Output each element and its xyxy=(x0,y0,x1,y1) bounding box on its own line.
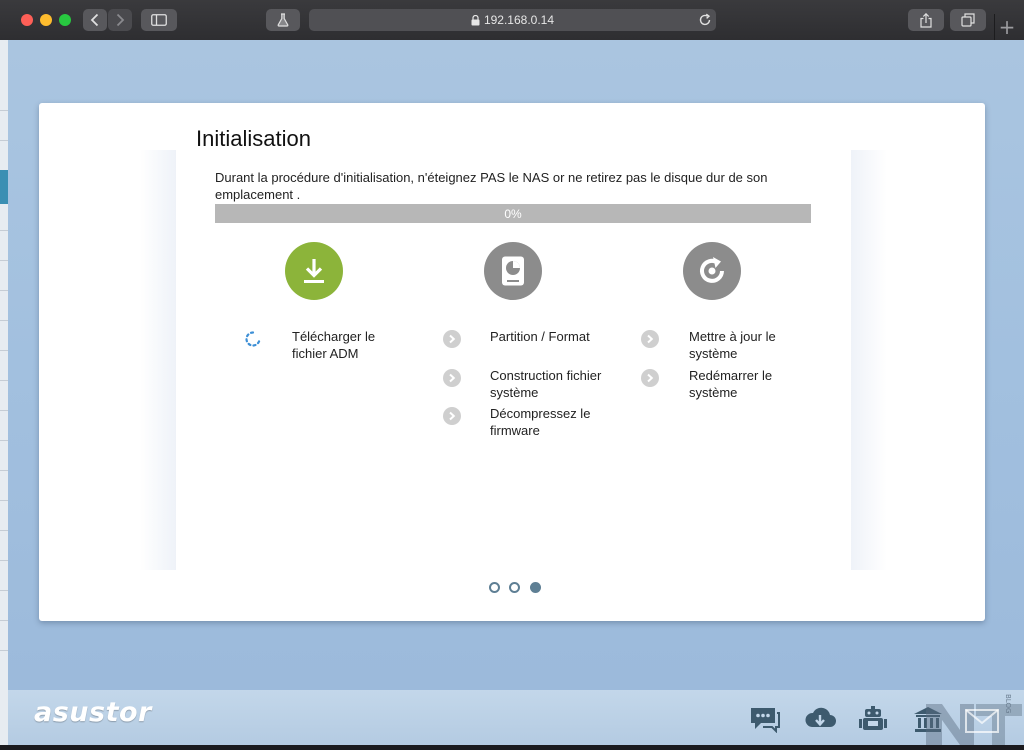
download-icon xyxy=(304,259,324,283)
robot-icon xyxy=(859,706,887,730)
spinner-icon xyxy=(245,331,261,347)
step-bullet xyxy=(443,407,461,425)
download-step-icon xyxy=(285,242,343,300)
step-partition-format: Partition / Format xyxy=(490,329,590,344)
chevron-right-icon xyxy=(647,334,654,344)
url-text: 192.168.0.14 xyxy=(483,13,555,27)
browser-toolbar: 192.168.0.14 + xyxy=(0,0,1024,41)
new-tab-button[interactable]: + xyxy=(994,14,1019,40)
dialog-title: Initialisation xyxy=(196,126,311,151)
chat-icon xyxy=(751,708,780,734)
chevron-left-icon xyxy=(90,13,99,27)
refresh-icon xyxy=(700,257,724,283)
robot-button[interactable] xyxy=(857,705,889,733)
chevron-right-icon xyxy=(647,373,654,383)
lock-icon xyxy=(471,14,480,25)
sidebar-toggle-button[interactable] xyxy=(141,9,177,31)
step-bullet xyxy=(443,330,461,348)
cloud-download-button[interactable] xyxy=(803,705,837,733)
minimize-window-button[interactable] xyxy=(40,14,52,26)
sidebar-icon xyxy=(151,14,167,26)
hard-drive-icon xyxy=(502,256,524,286)
loading-spinner xyxy=(244,330,262,348)
step-build-filesystem: Construction fichier système xyxy=(490,368,602,400)
progress-label: 0% xyxy=(504,206,522,221)
panel-shadow-right xyxy=(851,150,887,570)
step-bullet xyxy=(641,369,659,387)
chevron-right-icon xyxy=(449,334,456,344)
step-decompress-firmware: Décompressez le firmware xyxy=(490,406,591,438)
step-bullet xyxy=(641,330,659,348)
watermark-text: BLOG xyxy=(1004,694,1012,714)
reload-button[interactable] xyxy=(698,13,712,27)
share-icon xyxy=(920,12,932,28)
disk-step-icon xyxy=(484,242,542,300)
panel-shadow-left xyxy=(140,150,176,570)
address-bar[interactable]: 192.168.0.14 xyxy=(309,9,716,31)
share-button[interactable] xyxy=(908,9,944,31)
pager-dot-1[interactable] xyxy=(489,582,500,593)
step-bullet xyxy=(443,369,461,387)
zoom-window-button[interactable] xyxy=(59,14,71,26)
asustor-logo: asustor xyxy=(34,697,152,728)
chevron-right-icon xyxy=(449,411,456,421)
progress-bar: 0% xyxy=(215,204,811,223)
chevron-right-icon xyxy=(449,373,456,383)
step-download-adm: Télécharger le fichier ADM xyxy=(292,329,376,361)
plus-icon: + xyxy=(998,15,1016,39)
chevron-right-icon xyxy=(116,13,125,27)
background-window-edge xyxy=(0,40,8,745)
flask-icon xyxy=(277,13,289,27)
warning-description: Durant la procédure d'initialisation, n'… xyxy=(215,170,768,202)
back-button[interactable] xyxy=(83,9,107,31)
cloud-download-icon xyxy=(805,707,836,727)
develop-button[interactable] xyxy=(266,9,300,31)
pager-dot-2[interactable] xyxy=(509,582,520,593)
blog-watermark: BLOG xyxy=(922,690,1024,745)
forward-button[interactable] xyxy=(108,9,132,31)
close-window-button[interactable] xyxy=(21,14,33,26)
step-restart-system: Redémarrer le système xyxy=(689,368,773,400)
tabs-overview-button[interactable] xyxy=(950,9,986,31)
reload-icon xyxy=(699,13,711,26)
update-step-icon xyxy=(683,242,741,300)
chat-button[interactable] xyxy=(749,705,781,734)
tabs-icon xyxy=(961,13,975,27)
step-update-system: Mettre à jour le système xyxy=(689,329,776,361)
pager-dot-3-active[interactable] xyxy=(530,582,541,593)
